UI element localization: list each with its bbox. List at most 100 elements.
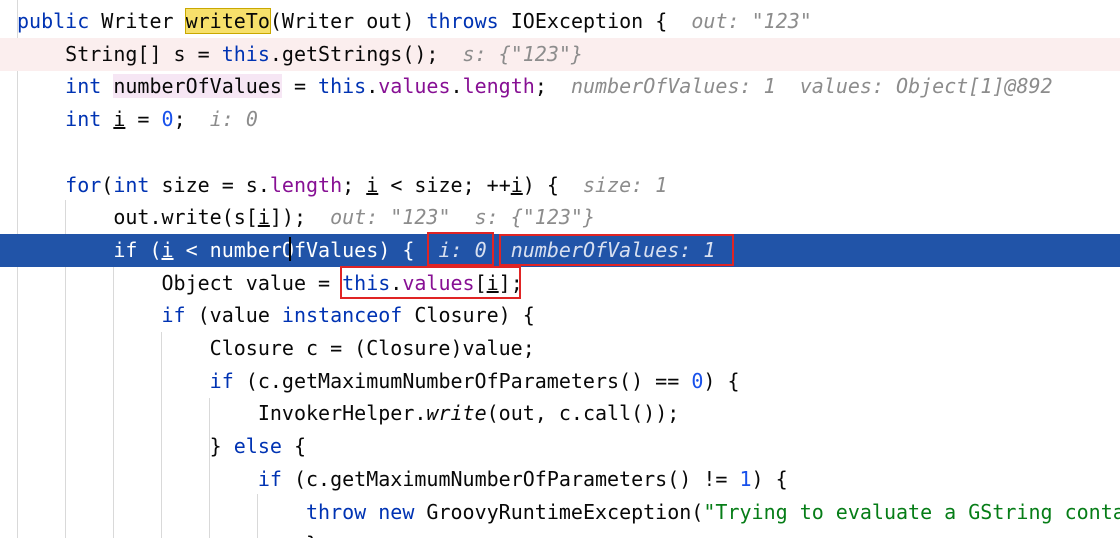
debug-inline-value: i: 0 bbox=[185, 107, 258, 132]
code-token: . bbox=[450, 74, 463, 99]
code-token: i bbox=[486, 270, 499, 295]
code-token: ; bbox=[342, 172, 367, 197]
debug-inline-value: "123" bbox=[390, 205, 451, 230]
code-token: out.write(s[ bbox=[17, 205, 258, 230]
code-token: if bbox=[209, 368, 246, 393]
code-token: ( bbox=[149, 237, 162, 262]
debug-inline-value: s: {"123"} bbox=[450, 205, 596, 230]
code-token: 0 bbox=[161, 107, 174, 132]
code-token: i bbox=[161, 237, 174, 262]
code-line[interactable]: int numberOfValues = this.values.length;… bbox=[0, 70, 1120, 103]
code-token: values bbox=[378, 74, 451, 99]
code-token: } bbox=[17, 532, 318, 538]
code-line[interactable]: public Writer writeTo(Writer out) throws… bbox=[0, 5, 1120, 38]
debug-inline-value: size: 1 bbox=[558, 172, 668, 197]
code-line[interactable]: throw new GroovyRuntimeException("Trying… bbox=[0, 496, 1120, 529]
debug-inline-value: out: bbox=[306, 205, 391, 230]
code-token: Object value = bbox=[17, 270, 343, 295]
code-line[interactable]: InvokerHelper.write(out, c.call()); bbox=[0, 397, 1120, 430]
code-token: ) { bbox=[522, 172, 559, 197]
code-token: 1 bbox=[739, 466, 752, 491]
code-line[interactable]: if (c.getMaximumNumberOfParameters() != … bbox=[0, 463, 1120, 496]
code-token: { bbox=[293, 434, 307, 459]
code-token: } bbox=[17, 434, 234, 459]
code-token: throws bbox=[426, 9, 511, 33]
code-token: int bbox=[113, 172, 162, 197]
code-token: write bbox=[426, 401, 487, 426]
code-line[interactable]: } else { bbox=[0, 430, 1120, 463]
code-token: i bbox=[366, 172, 379, 197]
code-token: ( bbox=[101, 172, 114, 197]
code-editor[interactable]: public Writer writeTo(Writer out) throws… bbox=[0, 0, 1120, 538]
code-token: = bbox=[281, 74, 319, 99]
code-line[interactable]: String[] s = this.getStrings(); s: {"123… bbox=[0, 37, 1120, 71]
code-token: if bbox=[257, 466, 294, 491]
code-token: Closure) { bbox=[414, 303, 535, 328]
code-token: String[] s = bbox=[17, 41, 222, 66]
code-token: (c.getMaximumNumberOfParameters() == bbox=[245, 368, 692, 393]
code-token: if bbox=[161, 303, 198, 328]
code-token: "Trying to evaluate a GString conta bbox=[703, 499, 1120, 524]
code-token: for bbox=[65, 172, 102, 197]
code-token: . bbox=[366, 74, 379, 99]
code-token: numberOfValues bbox=[113, 74, 282, 99]
code-token: size = s. bbox=[161, 172, 270, 197]
code-token: < numberOfValues) { bbox=[173, 237, 415, 262]
code-token: this bbox=[221, 41, 270, 66]
code-token: int bbox=[65, 107, 114, 132]
code-token: this bbox=[318, 74, 367, 99]
code-token: i bbox=[257, 205, 270, 230]
code-token: IOException { bbox=[510, 9, 668, 33]
code-token: Writer bbox=[101, 9, 186, 33]
debug-inline-value: s: {"123"} bbox=[438, 41, 583, 66]
code-token: if bbox=[113, 237, 150, 262]
code-token: (value bbox=[197, 303, 282, 328]
debug-inline-value: numberOfValues: 1 values: Object[1]@892 bbox=[546, 74, 1053, 99]
debug-inline-value: i: 0 bbox=[414, 237, 487, 262]
code-line[interactable]: for(int size = s.length; i < size; ++i) … bbox=[0, 169, 1120, 202]
code-token: (out, c.call()); bbox=[486, 401, 680, 426]
code-line[interactable]: } bbox=[0, 528, 1120, 538]
code-token: else bbox=[233, 434, 294, 459]
code-token: throw new bbox=[305, 499, 427, 524]
text-caret bbox=[289, 237, 291, 261]
code-token: i bbox=[510, 172, 523, 197]
code-token: (Writer out) bbox=[269, 9, 427, 33]
code-line[interactable] bbox=[0, 136, 1120, 169]
code-token: InvokerHelper. bbox=[17, 401, 427, 426]
code-line[interactable]: Object value = this.values[i]; bbox=[0, 267, 1120, 300]
code-token: GroovyRuntimeException( bbox=[426, 499, 704, 524]
code-token: [ bbox=[474, 270, 487, 295]
code-token: this bbox=[342, 270, 391, 295]
code-line[interactable]: if (i < numberOfValues) { i: 0 numberOfV… bbox=[0, 233, 1120, 267]
code-line[interactable]: out.write(s[i]); out: "123" s: {"123"} bbox=[0, 201, 1120, 234]
code-line[interactable]: int i = 0; i: 0 bbox=[0, 103, 1120, 136]
debug-inline-value: numberOfValues: 1 bbox=[486, 237, 716, 262]
code-token: ; bbox=[534, 74, 547, 99]
code-token: public bbox=[17, 9, 102, 33]
code-line[interactable]: if (value instanceof Closure) { bbox=[0, 299, 1120, 332]
code-token: values bbox=[402, 270, 475, 295]
code-token: i bbox=[113, 107, 126, 132]
code-token: .getStrings(); bbox=[269, 41, 439, 66]
code-token: ) { bbox=[751, 466, 788, 491]
code-token: writeTo bbox=[184, 8, 271, 34]
code-token: ) { bbox=[703, 368, 740, 393]
code-line[interactable]: if (c.getMaximumNumberOfParameters() == … bbox=[0, 365, 1120, 398]
debug-inline-value: out: bbox=[667, 9, 752, 33]
code-token: length bbox=[269, 172, 343, 197]
code-token: 0 bbox=[691, 368, 704, 393]
code-token: = bbox=[125, 107, 162, 132]
debug-inline-value: "123" bbox=[751, 9, 812, 33]
code-line[interactable]: Closure c = (Closure)value; bbox=[0, 332, 1120, 365]
code-token: length bbox=[462, 74, 535, 99]
code-token: ; bbox=[173, 107, 186, 132]
code-token: int bbox=[65, 74, 114, 99]
